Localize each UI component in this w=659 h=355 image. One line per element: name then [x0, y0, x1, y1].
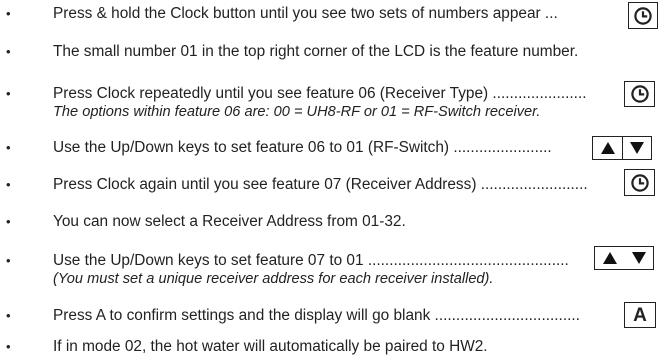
instruction-list: • Press & hold the Clock button until yo…: [0, 0, 659, 355]
list-item: • Press Clock repeatedly until you see f…: [0, 84, 659, 104]
step-text: Press Clock repeatedly until you see fea…: [53, 85, 587, 102]
step-text: The small number 01 in the top right cor…: [53, 43, 579, 60]
bullet: •: [6, 140, 11, 155]
bullet: •: [6, 86, 11, 101]
list-item: • Use the Up/Down keys to set feature 06…: [0, 138, 659, 158]
clock-icon: [625, 82, 654, 106]
step-text: You can now select a Receiver Address fr…: [53, 213, 406, 230]
up-arrow-icon: [595, 247, 624, 269]
clock-icon: [625, 170, 654, 195]
a-key-letter: A: [633, 304, 647, 326]
list-item: • Press A to confirm settings and the di…: [0, 306, 659, 326]
list-item: • You can now select a Receiver Address …: [0, 212, 659, 232]
step-text: If in mode 02, the hot water will automa…: [53, 338, 488, 355]
a-key: A: [624, 302, 656, 328]
bullet: •: [6, 6, 11, 21]
step-text: Press Clock again until you see feature …: [53, 176, 588, 193]
up-down-keys: [594, 246, 654, 270]
step-text: Press A to confirm settings and the disp…: [53, 307, 580, 324]
up-down-keys: [592, 136, 652, 160]
down-arrow-icon: [622, 137, 651, 159]
step-text: Use the Up/Down keys to set feature 07 t…: [53, 252, 569, 269]
list-item: • The small number 01 in the top right c…: [0, 42, 659, 62]
step-text: Press & hold the Clock button until you …: [53, 5, 558, 22]
bullet: •: [6, 308, 11, 323]
bullet: •: [6, 44, 11, 59]
clock-icon: [629, 3, 657, 28]
clock-key: [628, 2, 658, 29]
list-item: • If in mode 02, the hot water will auto…: [0, 337, 659, 355]
step-note: The options within feature 06 are: 00 = …: [53, 104, 541, 120]
clock-key: [624, 169, 655, 196]
up-arrow-icon: [593, 137, 622, 159]
bullet: •: [6, 253, 11, 268]
bullet: •: [6, 339, 11, 354]
clock-key: [624, 81, 655, 107]
list-item: • Use the Up/Down keys to set feature 07…: [0, 251, 659, 271]
down-arrow-icon: [624, 247, 653, 269]
bullet: •: [6, 214, 11, 229]
bullet: •: [6, 177, 11, 192]
list-item: • Press & hold the Clock button until yo…: [0, 4, 659, 24]
step-text: Use the Up/Down keys to set feature 06 t…: [53, 139, 552, 156]
list-item: • Press Clock again until you see featur…: [0, 175, 659, 195]
a-key-label: A: [625, 303, 655, 327]
step-note: (You must set a unique receiver address …: [53, 271, 494, 287]
